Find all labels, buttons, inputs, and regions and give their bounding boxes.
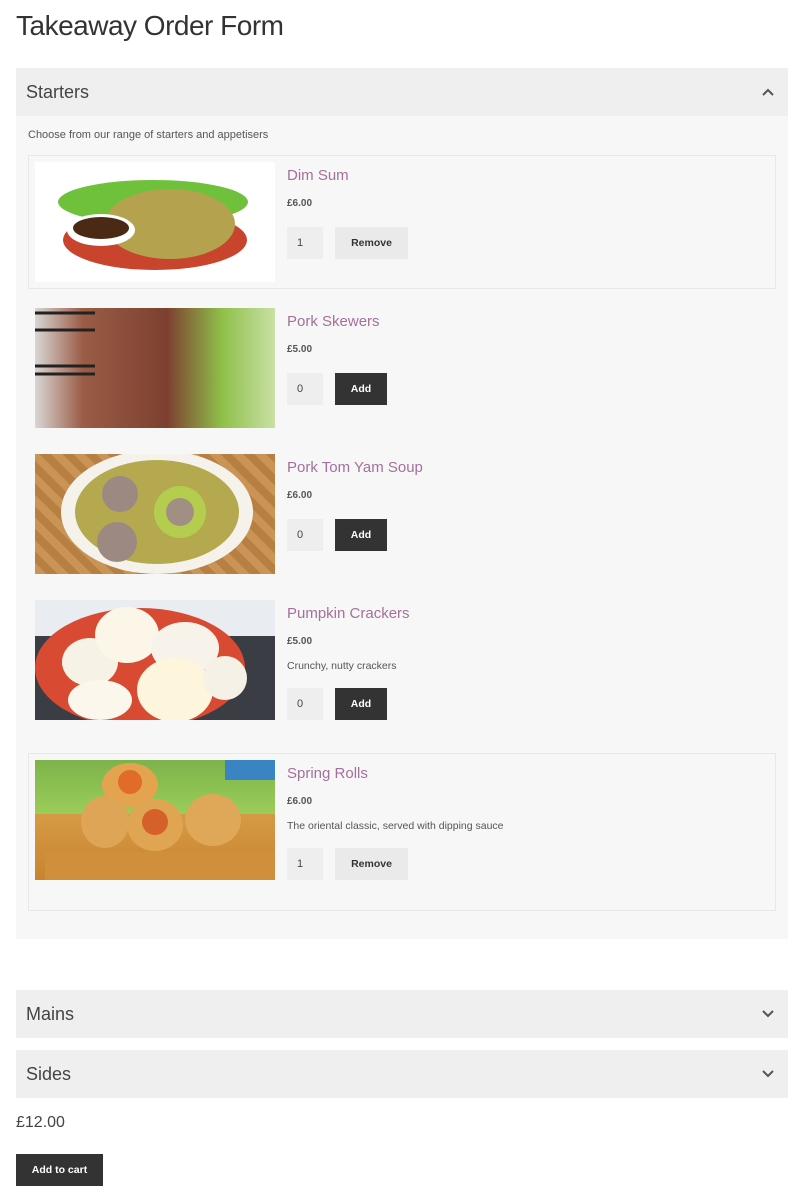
product-description: The oriental classic, served with dippin… — [287, 820, 504, 832]
section-header-sides[interactable]: Sides — [16, 1050, 788, 1098]
section-header-starters[interactable]: Starters — [16, 68, 788, 116]
product-name[interactable]: Dim Sum — [287, 167, 408, 184]
product-price: £5.00 — [287, 636, 313, 647]
pork-tom-yam-soup-image — [35, 454, 275, 574]
product-card: Pork Tom Yam Soup £6.00 Add — [28, 447, 776, 581]
remove-button[interactable]: Remove — [335, 848, 408, 880]
add-button[interactable]: Add — [335, 373, 387, 405]
chevron-up-icon[interactable] — [760, 84, 776, 100]
section-title: Mains — [26, 1003, 75, 1024]
dim-sum-image — [35, 162, 275, 282]
product-name[interactable]: Spring Rolls — [287, 765, 504, 782]
product-price: £6.00 — [287, 490, 313, 501]
quantity-input[interactable] — [287, 688, 323, 720]
product-card: Dim Sum £6.00 Remove — [28, 155, 776, 289]
add-to-cart-button[interactable]: Add to cart — [16, 1154, 103, 1186]
product-price: £6.00 — [287, 796, 313, 807]
quantity-input[interactable] — [287, 519, 323, 551]
section-description: Choose from our range of starters and ap… — [28, 129, 269, 141]
product-card: Pumpkin Crackers £5.00 Crunchy, nutty cr… — [28, 593, 776, 727]
section-mains: Mains — [16, 990, 788, 1038]
section-starters: Starters Choose from our range of starte… — [16, 68, 788, 939]
product-price: £6.00 — [287, 198, 313, 209]
product-name[interactable]: Pork Skewers — [287, 313, 387, 330]
quantity-input[interactable] — [287, 848, 323, 880]
section-body-starters: Choose from our range of starters and ap… — [16, 116, 788, 939]
chevron-down-icon[interactable] — [760, 1006, 776, 1022]
product-name[interactable]: Pumpkin Crackers — [287, 605, 410, 622]
pork-skewers-image — [35, 308, 275, 428]
product-price: £5.00 — [287, 344, 313, 355]
section-title: Sides — [26, 1063, 72, 1084]
section-sides: Sides — [16, 1050, 788, 1098]
add-button[interactable]: Add — [335, 519, 387, 551]
add-button[interactable]: Add — [335, 688, 387, 720]
spring-rolls-image — [35, 760, 275, 880]
section-header-mains[interactable]: Mains — [16, 990, 788, 1038]
quantity-input[interactable] — [287, 227, 323, 259]
product-card: Spring Rolls £6.00 The oriental classic,… — [28, 753, 776, 911]
product-card: Pork Skewers £5.00 Add — [28, 301, 776, 435]
product-name[interactable]: Pork Tom Yam Soup — [287, 459, 423, 476]
quantity-input[interactable] — [287, 373, 323, 405]
remove-button[interactable]: Remove — [335, 227, 408, 259]
order-total: £12.00 — [16, 1114, 65, 1131]
product-description: Crunchy, nutty crackers — [287, 660, 397, 672]
page-title: Takeaway Order Form — [16, 10, 284, 41]
pumpkin-crackers-image — [35, 600, 275, 720]
section-title: Starters — [26, 81, 90, 102]
chevron-down-icon[interactable] — [760, 1066, 776, 1082]
